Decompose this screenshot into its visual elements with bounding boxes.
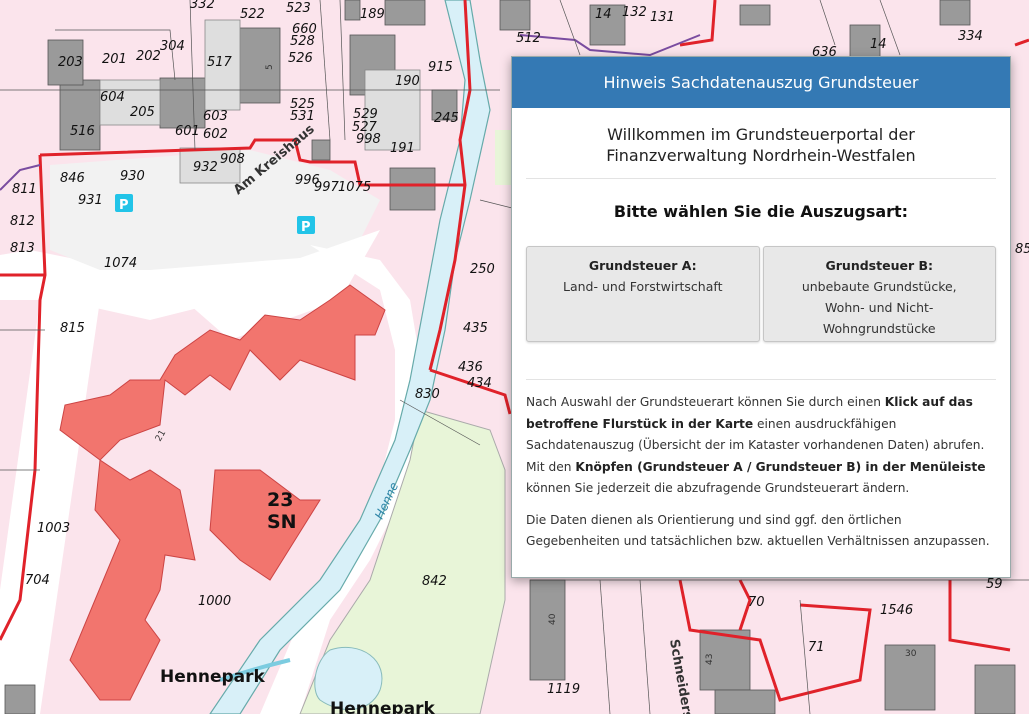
parcel-number: 516 xyxy=(70,124,95,139)
parcel-number: 70 xyxy=(748,595,765,610)
parcel-number: 930 xyxy=(120,169,145,184)
dialog-title: Hinweis Sachdatenauszug Grundsteuer xyxy=(512,57,1010,108)
info-text-part: können Sie jederzeit die abzufragende Gr… xyxy=(526,481,910,495)
button-title: Grundsteuer B: xyxy=(825,258,933,273)
parcel-number: 434 xyxy=(467,376,492,391)
tax-type-buttons: Grundsteuer A: Land- und Forstwirtschaft… xyxy=(526,246,996,342)
info-text: Nach Auswahl der Grundsteuerart können S… xyxy=(526,392,996,553)
parcel-number: 334 xyxy=(958,29,983,44)
parcel-number: 1119 xyxy=(547,682,580,697)
button-desc: unbebaute Grundstücke, xyxy=(801,279,957,294)
parcel-number: 602 xyxy=(203,127,228,142)
park-label: Hennepark xyxy=(160,667,266,687)
parcel-number: 332 xyxy=(190,0,215,12)
button-title: Grundsteuer A: xyxy=(588,258,697,273)
parcel-number: 132 xyxy=(622,5,647,20)
parcel-number: 59 xyxy=(986,577,1003,592)
parcel-number: 191 xyxy=(390,141,415,156)
parcel-number: 531 xyxy=(290,109,315,124)
divider xyxy=(526,379,996,380)
parcel-number: 205 xyxy=(130,105,155,120)
parcel-number: 203 xyxy=(58,55,83,70)
building-number: 43 xyxy=(705,654,715,665)
parcel-number: 998 xyxy=(356,132,381,147)
parcel-number: 435 xyxy=(463,321,488,336)
button-desc: Wohn- und Nicht- xyxy=(825,300,934,315)
parcel-number: 85 xyxy=(1015,242,1029,257)
button-desc: Land- und Forstwirtschaft xyxy=(563,279,723,294)
parcel-number: 522 xyxy=(240,7,265,22)
parcel-number: 1000 xyxy=(198,594,231,609)
parcel-number: 526 xyxy=(288,51,313,66)
building-number: 5 xyxy=(265,64,275,70)
parcel-number: 931 xyxy=(78,193,103,208)
choose-prompt: Bitte wählen Sie die Auszugsart: xyxy=(613,202,909,221)
info-paragraph: Nach Auswahl der Grundsteuerart können S… xyxy=(526,392,996,500)
parcel-number: 932 xyxy=(193,160,218,175)
parcel-number: 523 xyxy=(286,1,311,16)
parcel-number: 915 xyxy=(428,60,453,75)
parcel-number: 604 xyxy=(100,90,125,105)
info-paragraph: Die Daten dienen als Orientierung und si… xyxy=(526,512,990,549)
sachdatenauszug-dialog: Hinweis Sachdatenauszug Grundsteuer Will… xyxy=(511,56,1011,578)
parcel-number: 704 xyxy=(25,573,50,588)
parcel-number: 1546 xyxy=(880,603,913,618)
building-number: 30 xyxy=(905,649,917,659)
button-desc: Wohngrundstücke xyxy=(822,321,936,336)
parcel-number: 517 xyxy=(207,55,233,70)
parcel-number: 14 xyxy=(870,37,887,52)
parcel-number: 71 xyxy=(808,640,825,655)
parcel-number: 202 xyxy=(136,49,161,64)
parcel-number: 908 xyxy=(220,152,245,167)
grundsteuer-b-button[interactable]: Grundsteuer B: unbebaute Grundstücke, Wo… xyxy=(762,246,996,342)
parcel-number: 815 xyxy=(60,321,85,336)
parcel-number: 436 xyxy=(458,360,483,375)
parking-label: P xyxy=(301,220,311,235)
parcel-number: 830 xyxy=(415,387,440,402)
parcel-number: 813 xyxy=(10,241,35,256)
parcel-number: 1074 xyxy=(104,256,137,271)
parcel-number: 201 xyxy=(102,52,127,67)
parcel-number: 528 xyxy=(290,34,315,49)
district-number-label: 23 xyxy=(267,489,293,511)
parcel-number: 131 xyxy=(650,10,675,25)
parcel-number: 250 xyxy=(470,262,495,277)
info-text-part: Nach Auswahl der Grundsteuerart können S… xyxy=(526,395,885,409)
parcel-number: 14 xyxy=(595,7,612,22)
district-code-label: SN xyxy=(267,511,297,533)
grundsteuer-a-button[interactable]: Grundsteuer A: Land- und Forstwirtschaft xyxy=(526,246,760,342)
parcel-number: 189 xyxy=(360,7,385,22)
info-bold-part: Knöpfen (Grundsteuer A / Grundsteuer B) … xyxy=(575,459,986,474)
parcel-number: 842 xyxy=(422,574,447,589)
parcel-number: 1075 xyxy=(338,180,371,195)
parcel-number: 811 xyxy=(12,182,37,197)
parcel-number: 1003 xyxy=(37,521,70,536)
building-number: 40 xyxy=(548,613,558,625)
welcome-line: Willkommen im Grundsteuerportal der xyxy=(607,125,915,144)
welcome-line: Finanzverwaltung Nordrhein-Westfalen xyxy=(606,146,916,165)
parcel-number: 601 xyxy=(175,124,200,139)
parcel-number: 603 xyxy=(203,109,228,124)
parcel-number: 190 xyxy=(395,74,420,89)
parcel-number: 304 xyxy=(160,39,185,54)
park-label: Hennepark xyxy=(330,699,436,714)
parcel-number: 245 xyxy=(434,111,459,126)
welcome-text: Willkommen im Grundsteuerportal der Fina… xyxy=(526,108,996,179)
parcel-number: 512 xyxy=(516,31,541,46)
parcel-number: 812 xyxy=(10,214,35,229)
parking-label: P xyxy=(119,198,129,213)
parcel-number: 997 xyxy=(314,180,340,195)
parcel-number: 846 xyxy=(60,171,85,186)
